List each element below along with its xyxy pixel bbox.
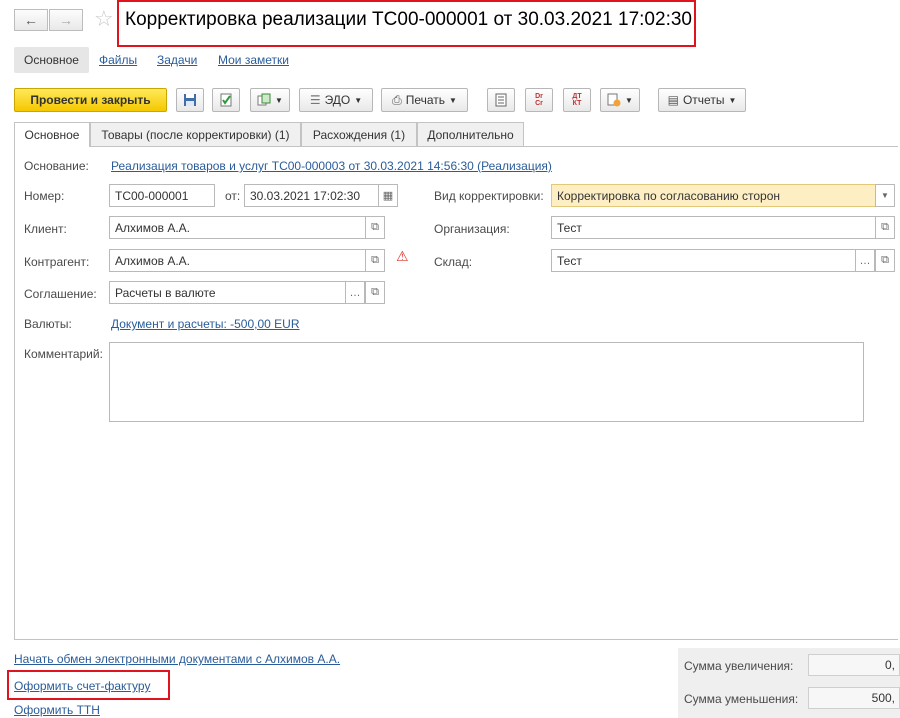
reports-button[interactable]: ▤ Отчеты ▼: [658, 88, 746, 112]
post-button[interactable]: [212, 88, 240, 112]
nav-item-notes[interactable]: Мои заметки: [218, 53, 289, 67]
nav-item-main[interactable]: Основное: [14, 47, 89, 73]
dropdown-arrow-icon: ▼: [449, 95, 457, 105]
tab-additional[interactable]: Дополнительно: [417, 122, 524, 146]
correction-type-select[interactable]: Корректировка по согласованию сторон: [551, 184, 876, 207]
forward-button[interactable]: →: [49, 9, 83, 31]
open-icon: ⧉: [371, 254, 379, 266]
warehouse-field[interactable]: Тест: [551, 249, 856, 272]
warehouse-label: Склад:: [434, 255, 473, 269]
printer-icon: ⎙: [392, 92, 402, 107]
arrow-left-icon: ←: [24, 12, 38, 28]
related-documents-button[interactable]: ▼: [600, 88, 640, 112]
dr-cr-icon: Dr Cr: [535, 93, 543, 107]
correction-type-dropdown[interactable]: ▼: [875, 184, 895, 207]
warehouse-open-button[interactable]: ⧉: [875, 249, 895, 272]
sum-increase-field: 0,: [808, 654, 900, 676]
comment-label: Комментарий:: [24, 347, 103, 361]
date-field[interactable]: 30.03.2021 17:02:30: [244, 184, 379, 207]
client-label: Клиент:: [24, 222, 67, 236]
agreement-field[interactable]: Расчеты в валюте: [109, 281, 346, 304]
tab-discrepancies[interactable]: Расхождения (1): [301, 122, 417, 146]
dropdown-arrow-icon: ▼: [625, 95, 633, 105]
date-from-label: от:: [225, 189, 241, 203]
comment-textarea[interactable]: [109, 342, 864, 422]
organization-open-button[interactable]: ⧉: [875, 216, 895, 239]
tab-goods-after-correction[interactable]: Товары (после корректировки) (1): [90, 122, 301, 146]
dt-kt-icon: ДТ КТ: [572, 93, 582, 107]
sum-increase-label: Сумма увеличения:: [684, 659, 794, 673]
sum-decrease-field: 500,: [808, 687, 900, 709]
open-icon: ⧉: [881, 254, 889, 266]
tab-panel-bottom-border: [14, 639, 898, 640]
create-invoice-link[interactable]: Оформить счет-фактуру: [14, 679, 150, 693]
ellipsis-icon: …: [349, 286, 361, 299]
calendar-icon: ▦: [382, 190, 394, 202]
open-icon: ⧉: [881, 221, 889, 233]
dt-kt-button[interactable]: ДТ КТ: [563, 88, 591, 112]
document-list-icon: [495, 93, 507, 107]
currencies-label: Валюты:: [24, 317, 72, 331]
post-and-close-button[interactable]: Провести и закрыть: [14, 88, 167, 112]
calendar-button[interactable]: ▦: [378, 184, 398, 207]
client-field[interactable]: Алхимов А.А.: [109, 216, 366, 239]
reports-icon: ▤: [667, 93, 679, 107]
create-based-icon: [257, 93, 271, 106]
page-title: Корректировка реализации ТС00-000001 от …: [125, 9, 692, 30]
organization-label: Организация:: [434, 222, 510, 236]
agreement-label: Соглашение:: [24, 287, 97, 301]
start-edo-exchange-link[interactable]: Начать обмен электронными документами с …: [14, 652, 340, 666]
correction-type-label: Вид корректировки:: [434, 189, 544, 203]
counterparty-label: Контрагент:: [24, 255, 90, 269]
nav-item-files[interactable]: Файлы: [99, 53, 137, 67]
save-button[interactable]: [176, 88, 204, 112]
tab-main[interactable]: Основное: [14, 122, 90, 147]
dropdown-arrow-icon: ▼: [354, 95, 363, 105]
nav-item-tasks[interactable]: Задачи: [157, 53, 197, 67]
print-label: Печать: [405, 93, 445, 107]
open-icon: ⧉: [371, 286, 379, 298]
favorite-star-icon[interactable]: ☆: [94, 8, 114, 30]
arrow-right-icon: →: [59, 12, 73, 28]
create-ttn-link[interactable]: Оформить ТТН: [14, 703, 100, 717]
dr-cr-button[interactable]: Dr Cr: [525, 88, 553, 112]
agreement-select-button[interactable]: …: [345, 281, 365, 304]
dropdown-arrow-icon: ▼: [728, 95, 737, 105]
tab-panel-left-border: [14, 146, 15, 640]
back-button[interactable]: ←: [14, 9, 48, 31]
create-based-on-button[interactable]: ▼: [250, 88, 290, 112]
edo-label: ЭДО: [324, 93, 351, 107]
structure-button[interactable]: [487, 88, 515, 112]
currencies-link[interactable]: Документ и расчеты: -500,00 EUR: [111, 317, 300, 331]
warning-icon: ⚠: [396, 248, 409, 264]
edo-icon: ☰: [309, 93, 321, 107]
dropdown-arrow-icon: ▼: [275, 95, 283, 105]
reports-label: Отчеты: [682, 93, 725, 107]
related-documents-icon: [607, 93, 621, 107]
tab-panel-top-border: [90, 146, 898, 147]
number-field[interactable]: ТС00-000001: [109, 184, 215, 207]
basis-link[interactable]: Реализация товаров и услуг ТС00-000003 о…: [111, 159, 552, 173]
number-label: Номер:: [24, 189, 65, 203]
warehouse-select-button[interactable]: …: [855, 249, 875, 272]
counterparty-field[interactable]: Алхимов А.А.: [109, 249, 366, 272]
agreement-open-button[interactable]: ⧉: [365, 281, 385, 304]
edo-button[interactable]: ☰ ЭДО ▼: [299, 88, 373, 112]
organization-field[interactable]: Тест: [551, 216, 876, 239]
open-icon: ⧉: [371, 221, 379, 233]
print-button[interactable]: ⎙ Печать ▼: [381, 88, 468, 112]
sum-decrease-label: Сумма уменьшения:: [684, 692, 799, 706]
ellipsis-icon: …: [859, 254, 871, 267]
post-document-icon: [220, 93, 232, 107]
counterparty-open-button[interactable]: ⧉: [365, 249, 385, 272]
chevron-down-icon: ▼: [881, 191, 889, 200]
basis-label: Основание:: [24, 159, 89, 173]
client-open-button[interactable]: ⧉: [365, 216, 385, 239]
save-icon: [184, 94, 196, 106]
